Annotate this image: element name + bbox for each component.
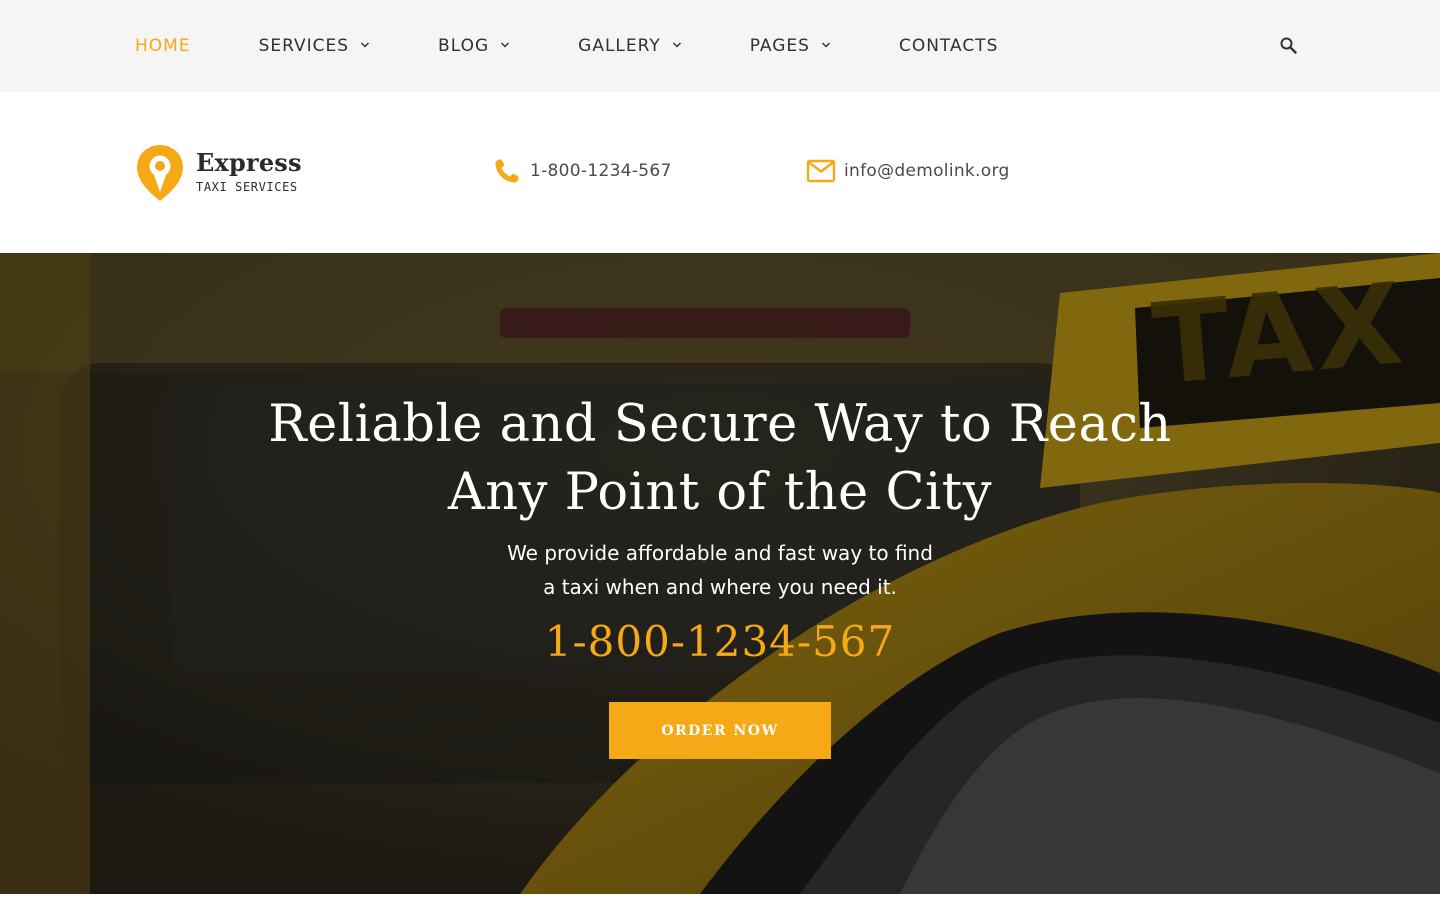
nav-item-pages[interactable]: PAGES: [750, 0, 831, 92]
phone-icon: [495, 159, 519, 183]
nav-item-services[interactable]: SERVICES: [259, 0, 370, 92]
hero-phone-number[interactable]: 1-800-1234-567: [420, 617, 1020, 666]
nav-item-gallery[interactable]: GALLERY: [578, 0, 682, 92]
chevron-down-icon: [672, 42, 681, 48]
top-navigation: HOME SERVICES BLOG GALLERY PAGES CONTACT…: [0, 0, 1440, 92]
nav-item-contacts[interactable]: CONTACTS: [899, 0, 998, 92]
header-phone-number: 1-800-1234-567: [530, 161, 672, 181]
nav-item-label: GALLERY: [578, 36, 661, 56]
logo-title: Express: [196, 148, 302, 177]
hero-section: TAX Reliable and Secure Way to Reach Any…: [0, 253, 1440, 894]
hero-description-line-1: We provide affordable and fast way to fi…: [507, 541, 933, 565]
map-pin-icon: [137, 145, 183, 201]
order-now-button[interactable]: ORDER NOW: [609, 702, 831, 759]
header-email-address: info@demolink.org: [844, 161, 1010, 181]
nav-item-label: PAGES: [749, 36, 810, 56]
nav-item-label: SERVICES: [258, 36, 350, 56]
chevron-down-icon: [501, 42, 510, 48]
header-email[interactable]: info@demolink.org: [806, 156, 1010, 186]
chevron-down-icon: [361, 42, 370, 48]
hero-description-line-2: a taxi when and where you need it.: [543, 575, 897, 599]
nav-item-label: HOME: [135, 36, 191, 56]
nav-item-label: BLOG: [438, 36, 490, 56]
search-icon[interactable]: [1279, 36, 1299, 56]
hero-content: Reliable and Secure Way to Reach Any Poi…: [0, 253, 1440, 894]
chevron-down-icon: [821, 42, 830, 48]
hero-title: Reliable and Secure Way to Reach Any Poi…: [220, 391, 1220, 527]
nav-item-blog[interactable]: BLOG: [438, 0, 510, 92]
hero-title-line-1: Reliable and Secure Way to Reach: [268, 395, 1172, 454]
mail-icon: [806, 159, 836, 183]
logo-text: Express TAXI SERVICES: [196, 148, 302, 195]
header-phone[interactable]: 1-800-1234-567: [492, 156, 672, 186]
site-logo[interactable]: Express TAXI SERVICES: [135, 143, 302, 203]
hero-title-line-2: Any Point of the City: [447, 463, 993, 522]
logo-subtitle: TAXI SERVICES: [196, 180, 298, 194]
nav-item-home[interactable]: HOME: [135, 0, 191, 92]
nav-item-label: CONTACTS: [898, 36, 999, 56]
site-header: Express TAXI SERVICES 1-800-1234-567 inf…: [0, 92, 1440, 253]
hero-description: We provide affordable and fast way to fi…: [420, 536, 1020, 604]
nav-menu: HOME SERVICES BLOG GALLERY PAGES CONTACT…: [135, 0, 1066, 92]
